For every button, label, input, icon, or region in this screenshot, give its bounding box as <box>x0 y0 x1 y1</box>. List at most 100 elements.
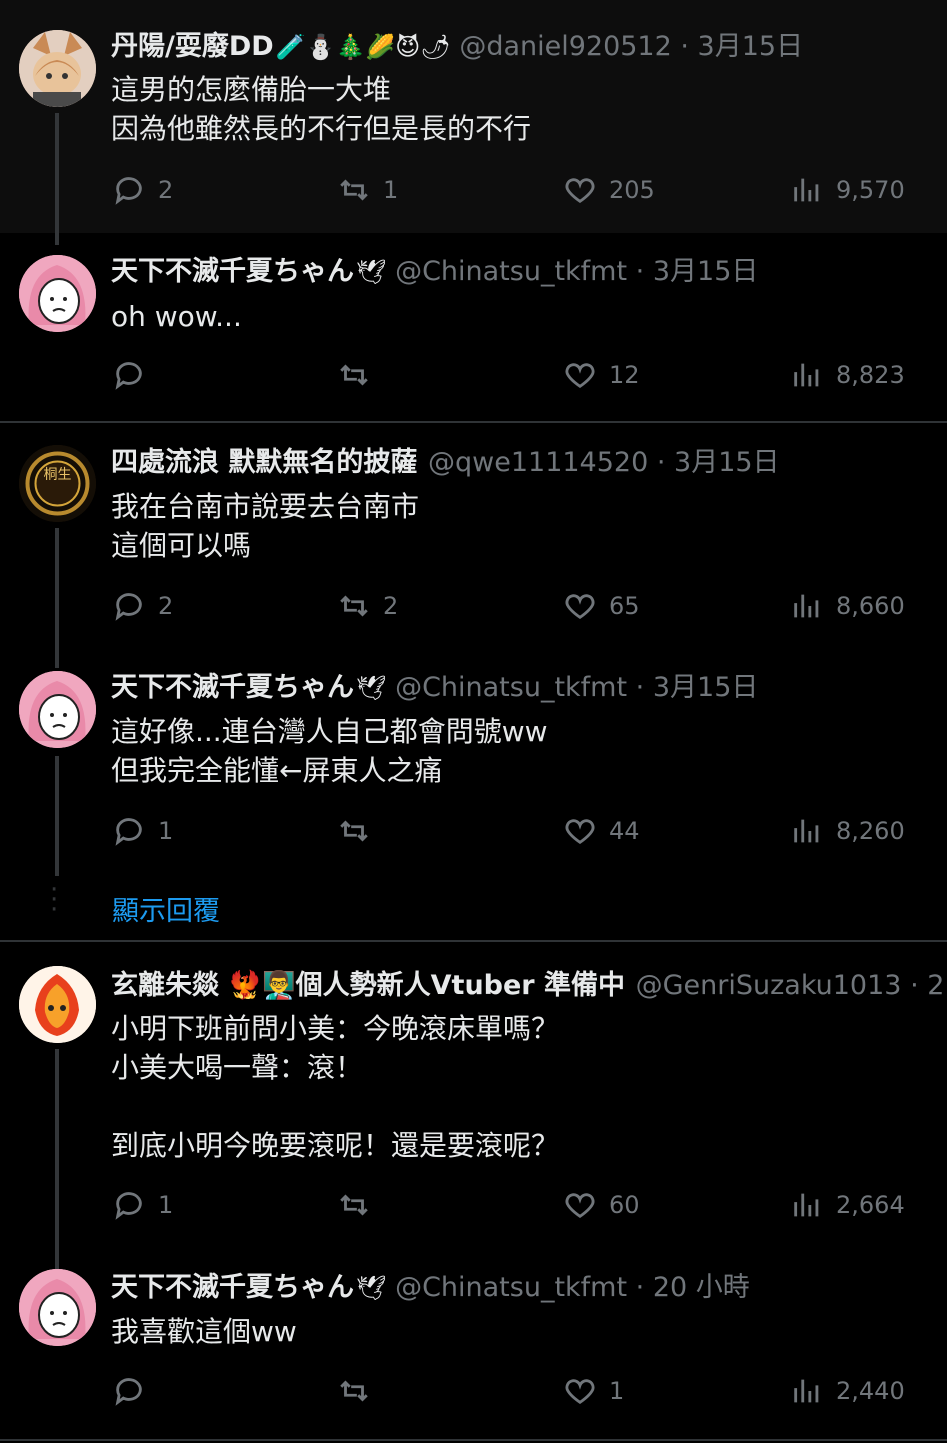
tweet-actions: 1 2,440 <box>0 1374 947 1414</box>
tweet[interactable]: · · · 天下不滅千夏ちゃん🕊 @Chinatsu_tkfmt · 3月15日 這… <box>0 645 947 940</box>
thread-line <box>55 1049 59 1269</box>
tweet-header: 天下不滅千夏ちゃん🕊 @Chinatsu_tkfmt · 3月15日 <box>111 671 758 705</box>
retweet-button[interactable] <box>337 1374 383 1408</box>
bar-chart-icon <box>794 819 819 843</box>
bar-chart-icon <box>794 178 819 202</box>
timestamp[interactable]: · 3月15日 <box>636 672 759 703</box>
retweet-button[interactable] <box>337 1188 383 1222</box>
reply-icon <box>115 593 142 621</box>
reply-icon <box>115 177 142 205</box>
avatar[interactable] <box>19 255 96 332</box>
views-button[interactable]: 8,823 <box>790 358 905 392</box>
views-button[interactable]: 2,664 <box>790 1188 905 1222</box>
like-count: 65 <box>609 592 640 620</box>
view-count: 8,823 <box>836 361 905 389</box>
display-name[interactable]: 四處流浪 默默無名的披薩 <box>111 447 417 478</box>
reply-count: 2 <box>158 176 174 204</box>
retweet-icon <box>340 364 368 386</box>
tweet-header: 丹陽/耍廢DD🧪⛄🎄🌽😈🌶 @daniel920512 · 3月15日 <box>111 30 803 64</box>
reply-button[interactable]: 1 <box>112 814 173 848</box>
retweet-button[interactable]: 2 <box>337 589 398 623</box>
display-name[interactable]: 天下不滅千夏ちゃん <box>111 256 354 287</box>
like-button[interactable]: 44 <box>563 814 640 848</box>
timestamp[interactable]: · 3月15日 <box>636 256 759 287</box>
tweet[interactable]: 玄離朱燚 🐦‍🔥👨‍🏫個人勢新人Vtuber 準備中 @GenriSuzaku1… <box>0 942 947 1269</box>
user-handle[interactable]: @qwe11114520 <box>428 447 648 478</box>
tweet-text: 小明下班前問小美：今晚滾床單嗎？ 小美大喝一聲：滾！ 到底小明今晚要滾呢！還是要… <box>111 1012 560 1162</box>
tweet[interactable]: 桐生 四處流浪 默默無名的披薩 @qwe11114520 · 3月15日 我在台… <box>0 423 947 668</box>
view-count: 2,664 <box>836 1191 905 1219</box>
tweet[interactable]: 丹陽/耍廢DD🧪⛄🎄🌽😈🌶 @daniel920512 · 3月15日 這男的怎… <box>0 0 947 245</box>
reply-button[interactable]: 1 <box>112 1188 173 1222</box>
views-button[interactable]: 9,570 <box>790 173 905 207</box>
display-name[interactable]: 天下不滅千夏ちゃん <box>111 672 354 703</box>
like-button[interactable]: 65 <box>563 589 640 623</box>
user-handle[interactable]: @Chinatsu_tkfmt <box>395 256 627 287</box>
tweet[interactable]: 天下不滅千夏ちゃん🕊 @Chinatsu_tkfmt · 3月15日 oh wo… <box>0 233 947 421</box>
heart-icon <box>565 1193 595 1219</box>
tweet-text: 我喜歡這個ww <box>111 1315 297 1348</box>
user-handle[interactable]: @Chinatsu_tkfmt <box>395 1272 627 1303</box>
like-button[interactable]: 60 <box>563 1188 640 1222</box>
views-button[interactable]: 2,440 <box>790 1374 905 1408</box>
name-emojis: 🕊 <box>356 1274 387 1302</box>
more-replies-dots: · · · <box>50 875 59 925</box>
avatar[interactable] <box>19 30 96 107</box>
timestamp[interactable]: · 3月15日 <box>680 31 803 62</box>
retweet-count: 1 <box>383 176 399 204</box>
user-handle[interactable]: @Chinatsu_tkfmt <box>395 672 627 703</box>
like-count: 60 <box>609 1191 640 1219</box>
avatar-badge-text: 桐生 <box>44 467 72 483</box>
views-button[interactable]: 8,260 <box>790 814 905 848</box>
tweet-header: 天下不滅千夏ちゃん🕊 @Chinatsu_tkfmt · 20 小時 <box>111 1271 750 1305</box>
heart-icon <box>565 819 595 845</box>
name-emojis: 🕊 <box>356 674 387 702</box>
like-button[interactable]: 12 <box>563 358 640 392</box>
like-button[interactable]: 1 <box>563 1374 624 1408</box>
avatar[interactable] <box>19 966 96 1043</box>
display-name[interactable]: 天下不滅千夏ちゃん <box>111 1272 354 1303</box>
like-count: 205 <box>609 176 655 204</box>
heart-icon <box>565 594 595 620</box>
timestamp[interactable]: · 20 小時 <box>636 1272 750 1303</box>
avatar[interactable]: 桐生 <box>19 445 96 522</box>
timestamp[interactable]: · 2 <box>910 970 944 1001</box>
reply-icon <box>115 818 142 846</box>
reply-button[interactable]: 2 <box>112 589 173 623</box>
name-emojis: 🕊 <box>356 258 387 286</box>
retweet-button[interactable] <box>337 358 383 392</box>
bar-chart-icon <box>794 1379 819 1403</box>
user-handle[interactable]: @daniel920512 <box>459 31 671 62</box>
view-count: 2,440 <box>836 1377 905 1405</box>
tweet-actions: 1 60 2,664 <box>0 1188 947 1228</box>
user-handle[interactable]: @GenriSuzaku1013 <box>636 970 902 1001</box>
like-count: 12 <box>609 361 640 389</box>
view-count: 8,660 <box>836 592 905 620</box>
avatar[interactable] <box>19 671 96 748</box>
reply-button[interactable] <box>112 358 158 392</box>
display-name[interactable]: 丹陽/耍廢DD <box>111 31 274 62</box>
retweet-button[interactable]: 1 <box>337 173 398 207</box>
timestamp[interactable]: · 3月15日 <box>657 447 780 478</box>
like-button[interactable]: 205 <box>563 173 655 207</box>
avatar[interactable] <box>19 1269 96 1346</box>
tweet-actions: 1 44 8,260 <box>0 814 947 854</box>
reply-count: 2 <box>158 592 174 620</box>
retweet-icon <box>340 820 368 842</box>
tweet-actions: 2 2 65 8,660 <box>0 589 947 629</box>
like-count: 44 <box>609 817 640 845</box>
bar-chart-icon <box>794 594 819 618</box>
reply-icon <box>115 1192 142 1220</box>
views-button[interactable]: 8,660 <box>790 589 905 623</box>
show-replies-link[interactable]: 顯示回覆 <box>112 889 220 928</box>
heart-icon <box>565 363 595 389</box>
retweet-button[interactable] <box>337 814 383 848</box>
divider <box>0 1439 947 1441</box>
tweet[interactable]: 天下不滅千夏ちゃん🕊 @Chinatsu_tkfmt · 20 小時 我喜歡這個… <box>0 1247 947 1437</box>
reply-button[interactable]: 2 <box>112 173 173 207</box>
display-name[interactable]: 玄離朱燚 🐦‍🔥👨‍🏫個人勢新人Vtuber 準備中 <box>111 970 625 1001</box>
retweet-icon <box>340 1380 368 1402</box>
reply-button[interactable] <box>112 1374 158 1408</box>
like-count: 1 <box>609 1377 625 1405</box>
tweet-header: 玄離朱燚 🐦‍🔥👨‍🏫個人勢新人Vtuber 準備中 @GenriSuzaku1… <box>111 969 944 1003</box>
